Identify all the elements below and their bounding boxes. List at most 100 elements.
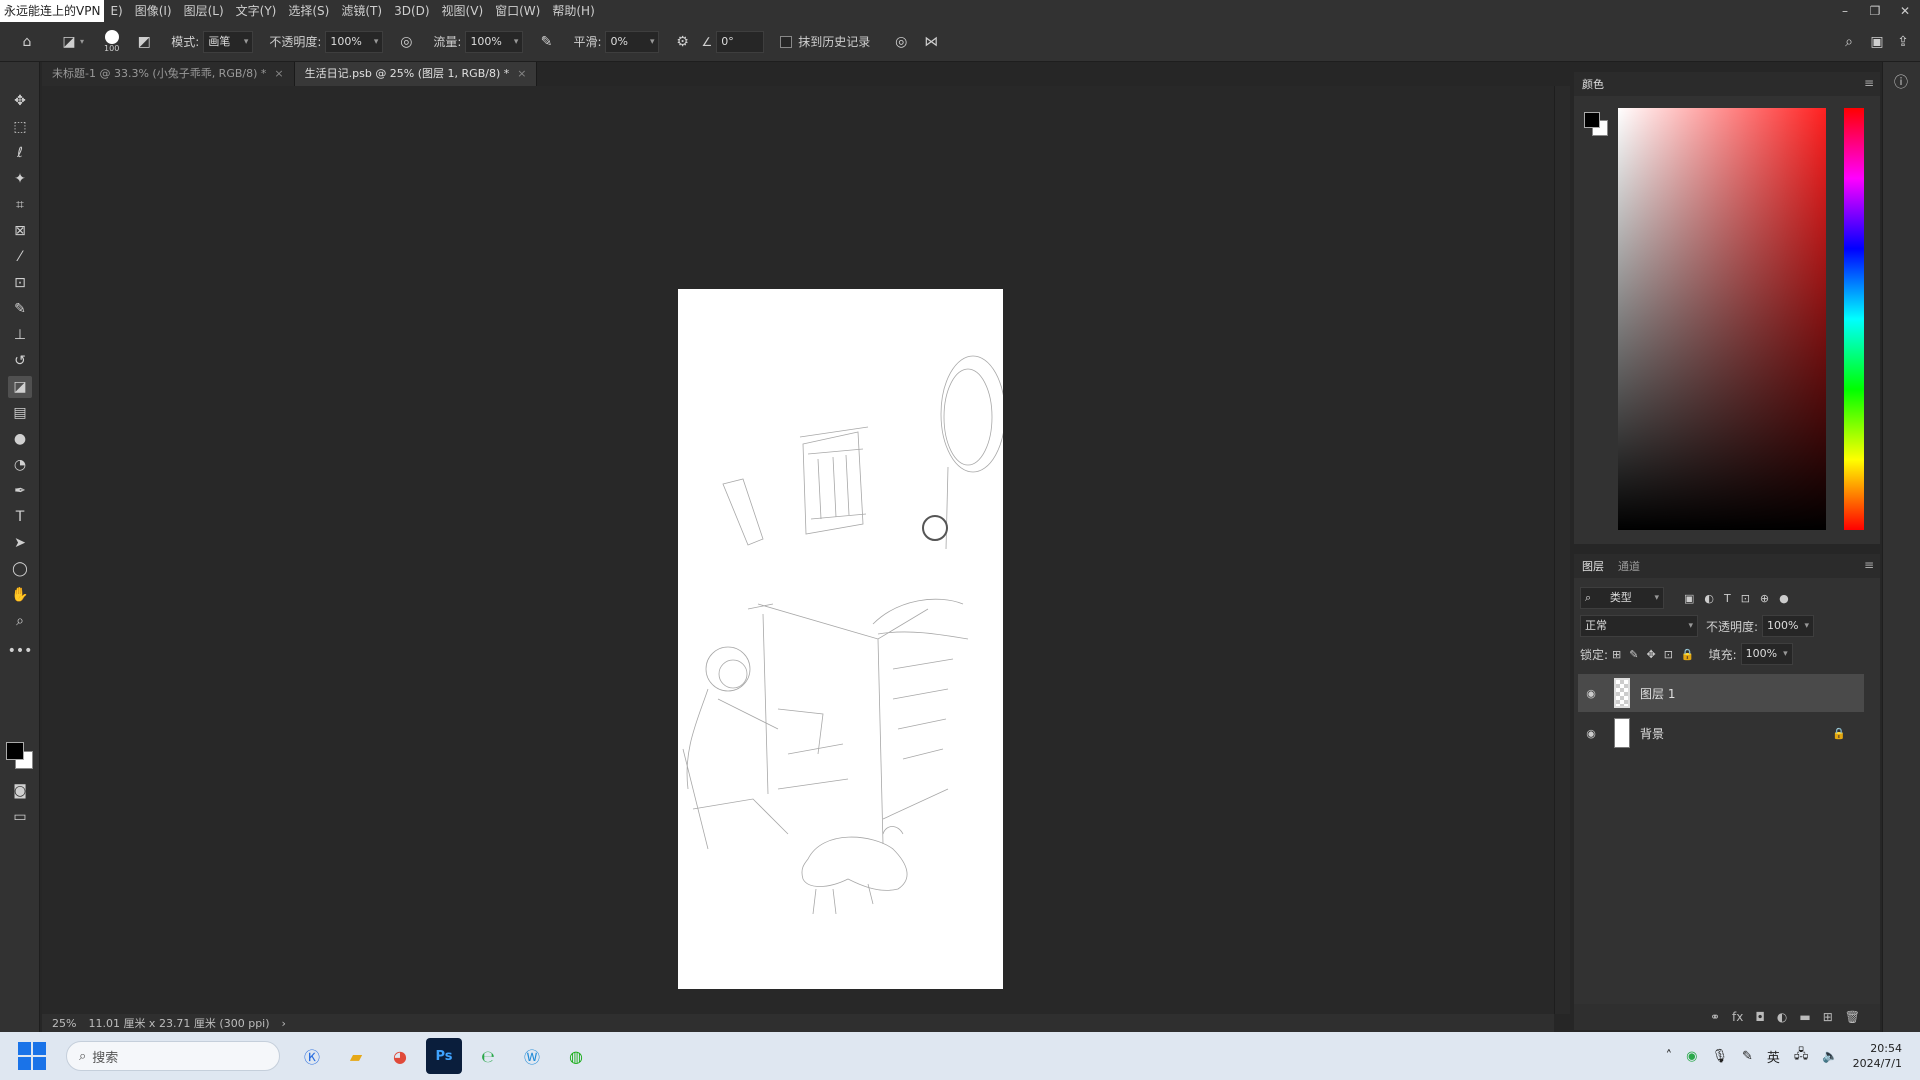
magic-wand-tool-icon[interactable]: ✦ xyxy=(8,168,32,190)
marquee-tool-icon[interactable]: ⬚ xyxy=(8,116,32,138)
close-icon[interactable]: × xyxy=(274,67,283,80)
network-icon[interactable]: 🖧 xyxy=(1794,1045,1809,1067)
close-icon[interactable]: × xyxy=(517,67,526,80)
document-scrollbar[interactable] xyxy=(1554,86,1570,1014)
foreground-background-swatches[interactable] xyxy=(6,742,36,772)
screen-mode-icon[interactable]: ▭ xyxy=(8,806,32,828)
wechat-icon[interactable]: ◍ xyxy=(558,1038,594,1074)
color-field[interactable] xyxy=(1618,108,1826,530)
taskbar-search[interactable]: ⌕ 搜索 xyxy=(66,1041,280,1071)
menu-item-view[interactable]: 视图(V) xyxy=(436,0,490,22)
eyedropper-tool-icon[interactable]: ⁄ xyxy=(8,246,32,268)
tab-layers[interactable]: 图层 xyxy=(1582,558,1604,574)
menu-item-filter[interactable]: 滤镜(T) xyxy=(335,0,388,22)
hue-slider[interactable] xyxy=(1844,108,1864,530)
canvas[interactable] xyxy=(678,289,1006,989)
mode-dropdown[interactable]: 画笔 ▾ xyxy=(203,30,254,53)
wps-icon[interactable]: Ⓦ xyxy=(514,1038,550,1074)
share-icon[interactable]: ⇪ xyxy=(1892,31,1914,53)
eye-icon[interactable]: ◉ xyxy=(1578,687,1604,700)
chevron-up-icon[interactable]: ˄ xyxy=(1666,1049,1673,1064)
menu-item-3d[interactable]: 3D(D) xyxy=(388,0,435,22)
info-icon[interactable]: ⓘ xyxy=(1894,72,1908,92)
gear-icon[interactable]: ⚙ xyxy=(671,31,693,53)
angle-field[interactable]: 0° xyxy=(716,30,765,53)
eraser-tool-preset-icon[interactable]: ◪ xyxy=(58,31,80,53)
tab-untitled-1[interactable]: 未标题-1 @ 33.3% (小兔子乖乖, RGB/8) * × xyxy=(42,62,295,86)
menu-item-window[interactable]: 窗口(W) xyxy=(489,0,546,22)
home-icon[interactable]: ⌂ xyxy=(16,31,38,53)
search-icon[interactable]: ⌕ xyxy=(1838,31,1860,53)
type-tool-icon[interactable]: T xyxy=(8,506,32,528)
airbrush-icon[interactable]: ✎ xyxy=(535,31,557,53)
add-mask-icon[interactable]: ◘ xyxy=(1755,1010,1765,1024)
history-brush-tool-icon[interactable]: ↺ xyxy=(8,350,32,372)
link-layers-icon[interactable]: ⚭ xyxy=(1710,1010,1720,1024)
eraser-tool-icon[interactable]: ◪ xyxy=(8,376,32,398)
erase-to-history-checkbox[interactable] xyxy=(780,35,793,48)
layer-filter-dropdown[interactable]: ⌕ 类型 ▾ xyxy=(1580,587,1664,609)
tab-life-diary[interactable]: 生活日记.psb @ 25% (图层 1, RGB/8) * × xyxy=(294,62,538,86)
lasso-tool-icon[interactable]: ℓ xyxy=(8,142,32,164)
document-workspace[interactable] xyxy=(42,86,1554,1014)
file-explorer-icon[interactable]: ▰ xyxy=(338,1038,374,1074)
close-icon[interactable]: ✕ xyxy=(1890,0,1920,22)
menu-item-select[interactable]: 选择(S) xyxy=(282,0,335,22)
move-tool-icon[interactable]: ✥ xyxy=(8,90,32,112)
windows-start-icon[interactable] xyxy=(18,1042,46,1070)
browser-icon[interactable]: ◕ xyxy=(382,1038,418,1074)
menu-item-layer[interactable]: 图层(L) xyxy=(178,0,230,22)
fill-field[interactable]: 100% ▾ xyxy=(1740,643,1793,665)
symmetry-icon[interactable]: ⋈ xyxy=(920,31,942,53)
menu-item-edit[interactable]: E) xyxy=(104,0,128,22)
input-method-indicator[interactable]: 英 xyxy=(1767,1047,1780,1066)
restore-icon[interactable]: ❐ xyxy=(1860,0,1890,22)
k-app-icon[interactable]: Ⓚ xyxy=(294,1038,330,1074)
dodge-tool-icon[interactable]: ◔ xyxy=(8,454,32,476)
flow-field[interactable]: 100% ▾ xyxy=(465,30,524,53)
quick-mask-icon[interactable]: ◙ xyxy=(8,780,32,802)
document-info[interactable]: 11.01 厘米 x 23.71 厘米 (300 ppi) xyxy=(88,1015,269,1031)
path-selection-tool-icon[interactable]: ➤ xyxy=(8,532,32,554)
frame-tool-icon[interactable]: ⊠ xyxy=(8,220,32,242)
menu-item-image[interactable]: 图像(I) xyxy=(129,0,178,22)
foreground-color-swatch[interactable] xyxy=(6,742,24,760)
edge-browser-icon[interactable]: ℮ xyxy=(470,1038,506,1074)
clone-stamp-tool-icon[interactable]: ⊥ xyxy=(8,324,32,346)
eye-icon[interactable]: ◉ xyxy=(1578,727,1604,740)
minimize-icon[interactable]: – xyxy=(1830,0,1860,22)
new-layer-icon[interactable]: ⊞ xyxy=(1823,1010,1833,1024)
trash-icon[interactable]: 🗑 xyxy=(1845,1010,1860,1024)
lock-options-icons[interactable]: ⊞✎✥⊡🔒 xyxy=(1612,648,1703,661)
layer-filter-icons[interactable]: ▣◐T⊡⊕● xyxy=(1684,592,1799,605)
chevron-down-icon[interactable]: ▾ xyxy=(80,37,84,46)
photoshop-icon[interactable]: Ps xyxy=(426,1038,462,1074)
tray-app-icon[interactable]: ◉ xyxy=(1686,1049,1697,1064)
adjustment-layer-icon[interactable]: ◐ xyxy=(1777,1010,1787,1024)
crop-tool-icon[interactable]: ⌗ xyxy=(8,194,32,216)
tab-color[interactable]: 颜色 xyxy=(1582,76,1604,92)
new-group-icon[interactable]: ▬ xyxy=(1799,1010,1810,1024)
clock[interactable]: 20:54 2024/7/1 xyxy=(1853,1041,1902,1071)
menu-item-type[interactable]: 文字(Y) xyxy=(230,0,283,22)
healing-brush-tool-icon[interactable]: ⊡ xyxy=(8,272,32,294)
workspace-icon[interactable]: ▣ xyxy=(1866,31,1888,53)
shape-tool-icon[interactable]: ◯ xyxy=(8,558,32,580)
layer-opacity-field[interactable]: 100% ▾ xyxy=(1762,615,1815,637)
volume-icon[interactable]: 🔈 xyxy=(1822,1049,1838,1064)
pen-tool-icon[interactable]: ✒ xyxy=(8,480,32,502)
panel-menu-icon[interactable]: ≡ xyxy=(1864,558,1874,572)
blend-mode-dropdown[interactable]: 正常 ▾ xyxy=(1580,615,1698,637)
layer-row-layer-1[interactable]: ◉ 图层 1 xyxy=(1578,674,1864,712)
smoothing-field[interactable]: 0% ▾ xyxy=(605,30,660,53)
opacity-field[interactable]: 100% ▾ xyxy=(325,30,384,53)
pressure-size-icon[interactable]: ◎ xyxy=(890,31,912,53)
brush-tool-icon[interactable]: ✎ xyxy=(8,298,32,320)
hand-tool-icon[interactable]: ✋ xyxy=(8,584,32,606)
menu-item-help[interactable]: 帮助(H) xyxy=(546,0,600,22)
gradient-tool-icon[interactable]: ▤ xyxy=(8,402,32,424)
microphone-icon[interactable]: 🎙 xyxy=(1711,1049,1728,1064)
layer-row-background[interactable]: ◉ 背景 🔒 xyxy=(1578,714,1864,752)
brush-size-picker[interactable]: 100 xyxy=(104,29,119,54)
panel-menu-icon[interactable]: ≡ xyxy=(1864,76,1874,90)
